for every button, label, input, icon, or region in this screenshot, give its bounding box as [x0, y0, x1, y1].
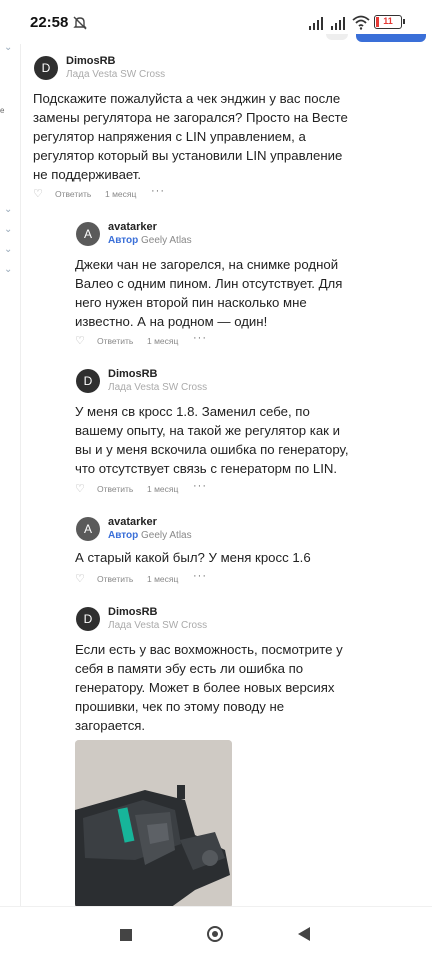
user-car[interactable]: Geely Atlas	[141, 530, 192, 541]
user-meta: Автор Geely Atlas	[108, 530, 192, 541]
avatar[interactable]: D	[34, 56, 58, 80]
home-button[interactable]	[207, 926, 223, 942]
author-badge: Автор	[108, 235, 139, 246]
signal-icon	[309, 17, 323, 30]
reply-button[interactable]: Ответить	[97, 336, 133, 346]
comment-actions: ♡ Ответить 1 месяц ···	[75, 570, 275, 588]
user-car[interactable]: Geely Atlas	[141, 235, 192, 246]
like-icon[interactable]: ♡	[75, 572, 85, 585]
reply-button[interactable]: Ответить	[55, 189, 91, 199]
avatar[interactable]: D	[76, 369, 100, 393]
avatar[interactable]: A	[76, 222, 100, 246]
battery-level: 11	[383, 16, 393, 26]
user-meta: Автор Geely Atlas	[108, 235, 192, 246]
like-icon[interactable]: ♡	[33, 187, 43, 200]
rail-text-fragment: e	[0, 106, 5, 115]
more-icon[interactable]: ···	[193, 332, 207, 344]
like-icon[interactable]: ♡	[75, 482, 85, 495]
avatar[interactable]: A	[76, 517, 100, 541]
reply-button[interactable]: Ответить	[97, 574, 133, 584]
comment-text: Подскажите пожалуйста а чек энджин у вас…	[33, 91, 348, 182]
comment-actions: ♡ Ответить 1 месяц ···	[75, 480, 275, 498]
wifi-icon	[352, 15, 370, 30]
comment-actions: ♡ Ответить 1 месяц ···	[75, 332, 275, 350]
attached-photo[interactable]	[75, 740, 232, 908]
comment-time: 1 месяц	[147, 336, 179, 346]
avatar[interactable]: D	[76, 607, 100, 631]
top-button-partial[interactable]	[356, 34, 426, 42]
recent-apps-button[interactable]	[120, 929, 132, 941]
chevron-down-icon[interactable]: ⌄	[4, 265, 12, 275]
chevron-down-icon[interactable]: ⌄	[4, 245, 12, 255]
comment-actions: ♡ Ответить 1 месяц ···	[33, 185, 233, 203]
back-button[interactable]	[298, 927, 310, 941]
comment-time: 1 месяц	[147, 484, 179, 494]
left-rail: ⌄ e ⌄ ⌄ ⌄ ⌄	[0, 43, 21, 906]
comment-text: Если есть у вас вохможность, посмотрите …	[75, 642, 343, 733]
more-icon[interactable]: ···	[193, 570, 207, 582]
comment-text: Джеки чан не загорелся, на снимке родной…	[75, 257, 343, 329]
like-icon[interactable]: ♡	[75, 334, 85, 347]
user-car[interactable]: Лада Vesta SW Cross	[108, 620, 207, 631]
battery-icon: 11	[374, 15, 405, 29]
mute-notifications-icon	[73, 16, 87, 30]
comment-text: А старый какой был? У меня кросс 1.6	[75, 550, 311, 565]
username[interactable]: DimosRB	[108, 368, 158, 380]
signal-icon-2	[331, 17, 345, 30]
user-car[interactable]: Лада Vesta SW Cross	[108, 382, 207, 393]
more-icon[interactable]: ···	[151, 185, 165, 197]
username[interactable]: avatarker	[108, 516, 157, 528]
chevron-down-icon[interactable]: ⌄	[4, 225, 12, 235]
comment-time: 1 месяц	[105, 189, 137, 199]
system-navigation-bar	[0, 906, 432, 961]
clock: 22:58	[30, 14, 69, 31]
more-icon[interactable]: ···	[193, 480, 207, 492]
reply-button[interactable]: Ответить	[97, 484, 133, 494]
author-badge: Автор	[108, 530, 139, 541]
chevron-down-icon[interactable]: ⌄	[4, 205, 12, 215]
photo-voltage-regulator	[75, 740, 232, 908]
username[interactable]: DimosRB	[108, 606, 158, 618]
username[interactable]: avatarker	[108, 221, 157, 233]
top-tab-partial[interactable]	[326, 34, 348, 40]
chevron-icon[interactable]: ⌄	[4, 43, 12, 53]
comment-text: У меня св кросс 1.8. Заменил себе, по ваш…	[75, 404, 349, 476]
comment-time: 1 месяц	[147, 574, 179, 584]
user-car[interactable]: Лада Vesta SW Cross	[66, 69, 165, 80]
username[interactable]: DimosRB	[66, 55, 116, 67]
